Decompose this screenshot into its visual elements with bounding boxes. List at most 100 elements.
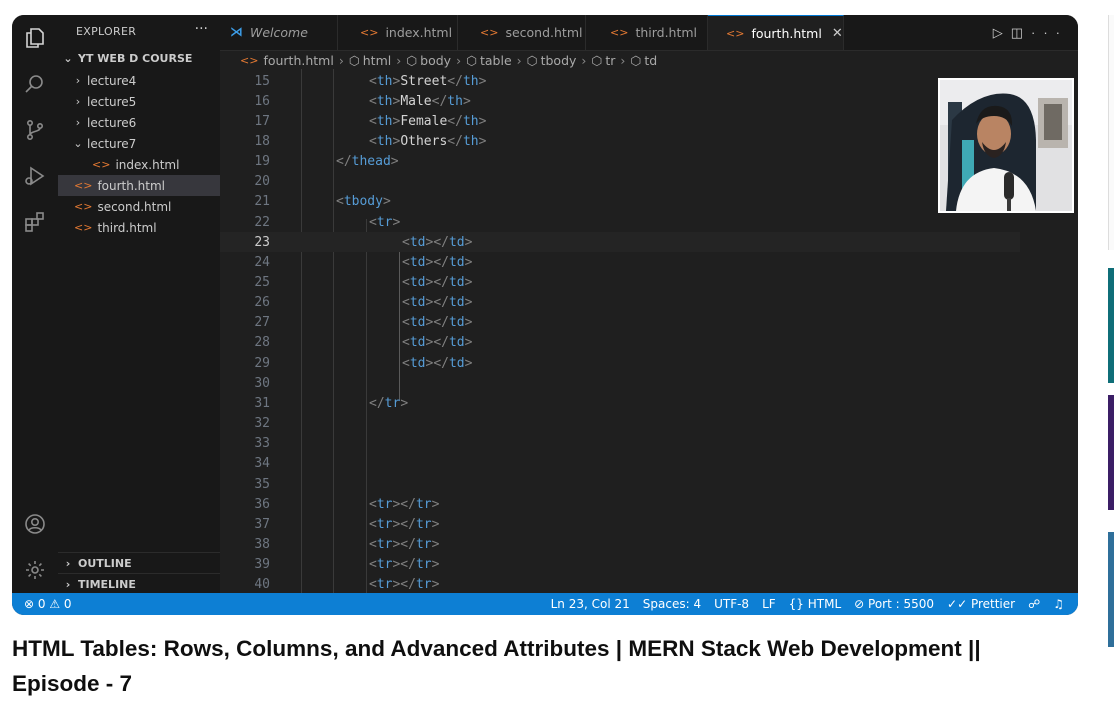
- line-number: 23: [254, 234, 270, 250]
- video-player[interactable]: EXPLORER ··· ⌄ YT WEB D COURSE › lecture…: [12, 15, 1078, 615]
- tab-index-html[interactable]: <> index.html: [338, 15, 458, 50]
- related-video-thumbnail[interactable]: [1108, 268, 1114, 383]
- code-line[interactable]: 21 <tbody>: [220, 192, 1020, 212]
- tree-item-label: lecture7: [87, 136, 137, 151]
- code-line[interactable]: 39 <tr></tr>: [220, 555, 1020, 575]
- live-server-port[interactable]: ⊘ Port : 5500: [854, 597, 934, 611]
- breadcrumb-item[interactable]: tr: [605, 53, 615, 68]
- line-number: 15: [254, 73, 270, 89]
- code-line[interactable]: 30: [220, 373, 1020, 393]
- breadcrumb-item[interactable]: fourth.html: [263, 53, 333, 68]
- code-line[interactable]: 20: [220, 172, 1020, 192]
- files-icon[interactable]: [20, 23, 50, 53]
- encoding[interactable]: UTF-8: [714, 597, 749, 611]
- tree-item-label: lecture4: [87, 73, 137, 88]
- code-text: <td></td>: [402, 254, 473, 270]
- code-line[interactable]: 40 <tr></tr>: [220, 575, 1020, 593]
- tree-root-folder[interactable]: ⌄ YT WEB D COURSE: [58, 48, 220, 69]
- outline-section[interactable]: › OUTLINE: [58, 552, 220, 573]
- html-file-icon: <>: [360, 26, 379, 39]
- tree-item-label: index.html: [115, 157, 180, 172]
- problems-indicator[interactable]: ⊗ 0 ⚠ 0: [24, 597, 72, 611]
- code-line[interactable]: 34: [220, 454, 1020, 474]
- run-debug-icon[interactable]: [20, 161, 50, 191]
- code-line[interactable]: 17 <th>Female</th>: [220, 111, 1020, 131]
- tree-item-lecture7[interactable]: ⌄ lecture7: [58, 133, 220, 154]
- code-text: <tr></tr>: [369, 516, 440, 532]
- more-actions-icon[interactable]: ···: [1031, 25, 1068, 40]
- tab-welcome[interactable]: ⋊ Welcome: [220, 15, 338, 50]
- code-line[interactable]: 33: [220, 434, 1020, 454]
- line-number: 22: [254, 214, 270, 230]
- sidebar-card-edge: [1108, 15, 1114, 250]
- settings-gear-icon[interactable]: [20, 555, 50, 585]
- line-number: 16: [254, 93, 270, 109]
- tree-root-label: YT WEB D COURSE: [78, 52, 193, 65]
- code-line[interactable]: 31 </tr>: [220, 393, 1020, 413]
- tree-item-third-html[interactable]: <> third.html: [58, 217, 220, 238]
- tree-item-index-html[interactable]: <> index.html: [58, 154, 220, 175]
- more-actions-icon[interactable]: ···: [195, 21, 208, 37]
- code-line[interactable]: 16 <th>Male</th>: [220, 91, 1020, 111]
- element-cube-icon: ⬡: [630, 52, 642, 68]
- breadcrumb-item[interactable]: table: [480, 53, 512, 68]
- code-line[interactable]: 29 <td></td>: [220, 353, 1020, 373]
- element-cube-icon: ⬡: [406, 52, 418, 68]
- line-number: 37: [254, 516, 270, 532]
- explorer-title: EXPLORER: [76, 25, 137, 38]
- code-line[interactable]: 25 <td></td>: [220, 273, 1020, 293]
- html-file-icon: <>: [480, 26, 499, 39]
- related-video-thumbnail[interactable]: [1108, 395, 1114, 510]
- code-line[interactable]: 36 <tr></tr>: [220, 494, 1020, 514]
- breadcrumb-item[interactable]: body: [420, 53, 451, 68]
- code-line[interactable]: 27 <td></td>: [220, 313, 1020, 333]
- chevron-right-icon: ›: [620, 52, 626, 68]
- tab-second-html[interactable]: <> second.html: [458, 15, 586, 50]
- code-line[interactable]: 28 <td></td>: [220, 333, 1020, 353]
- code-line[interactable]: 38 <tr></tr>: [220, 534, 1020, 554]
- run-icon[interactable]: ▷: [993, 25, 1011, 40]
- breadcrumb-item[interactable]: tbody: [541, 53, 577, 68]
- notifications-bell-icon[interactable]: ♫: [1053, 597, 1064, 611]
- search-icon[interactable]: [20, 69, 50, 99]
- code-line[interactable]: 23 <td></td>: [220, 232, 1020, 253]
- tab-third-html[interactable]: <> third.html: [586, 15, 708, 50]
- code-line[interactable]: 15 <th>Street</th>: [220, 71, 1020, 91]
- end-of-line[interactable]: LF: [762, 597, 776, 611]
- prettier-status[interactable]: ✓✓ Prettier: [947, 597, 1015, 611]
- close-icon[interactable]: ✕: [832, 26, 843, 41]
- chevron-right-icon: ›: [65, 556, 71, 570]
- editor-tabs: ⋊ Welcome <> index.html <> second.html <…: [220, 15, 1078, 51]
- code-line[interactable]: 18 <th>Others</th>: [220, 131, 1020, 151]
- breadcrumb-item[interactable]: td: [644, 53, 657, 68]
- accounts-icon[interactable]: ☍: [1028, 597, 1040, 611]
- code-line[interactable]: 22 <tr>: [220, 212, 1020, 232]
- tree-item-fourth-html[interactable]: <> fourth.html: [58, 175, 220, 196]
- extensions-icon[interactable]: [20, 207, 50, 237]
- tree-item-lecture5[interactable]: › lecture5: [58, 91, 220, 112]
- timeline-section[interactable]: › TIMELINE: [58, 573, 220, 594]
- code-line[interactable]: 37 <tr></tr>: [220, 514, 1020, 534]
- tab-fourth-html[interactable]: <> fourth.html ✕: [708, 15, 844, 50]
- code-line[interactable]: 24 <td></td>: [220, 252, 1020, 272]
- tree-item-label: lecture6: [87, 115, 137, 130]
- line-number: 38: [254, 536, 270, 552]
- code-line[interactable]: 32: [220, 414, 1020, 434]
- split-editor-icon[interactable]: ◫: [1011, 25, 1031, 40]
- tree-item-second-html[interactable]: <> second.html: [58, 196, 220, 217]
- related-video-thumbnail[interactable]: [1108, 532, 1114, 647]
- breadcrumb-item[interactable]: html: [363, 53, 391, 68]
- indentation[interactable]: Spaces: 4: [643, 597, 701, 611]
- tree-item-lecture4[interactable]: › lecture4: [58, 70, 220, 91]
- code-line[interactable]: 19 </thead>: [220, 152, 1020, 172]
- tree-item-lecture6[interactable]: › lecture6: [58, 112, 220, 133]
- language-mode[interactable]: {} HTML: [789, 597, 841, 611]
- account-icon[interactable]: [20, 509, 50, 539]
- code-line[interactable]: 26 <td></td>: [220, 293, 1020, 313]
- line-number: 17: [254, 113, 270, 129]
- cursor-position[interactable]: Ln 23, Col 21: [551, 597, 630, 611]
- tab-label: third.html: [635, 25, 698, 40]
- source-control-icon[interactable]: [20, 115, 50, 145]
- line-number: 40: [254, 577, 270, 593]
- code-line[interactable]: 35: [220, 474, 1020, 494]
